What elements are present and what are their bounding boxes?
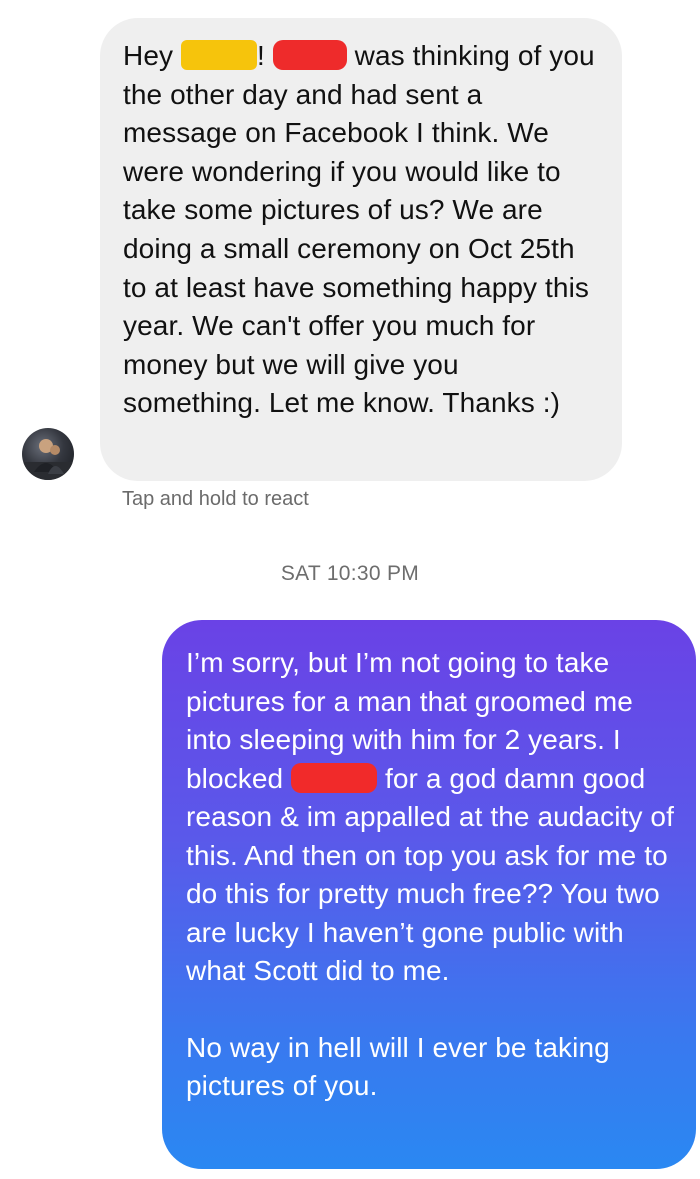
outgoing-message-bubble[interactable]: I’m sorry, but I’m not going to take pic… [162,620,696,1169]
outgoing-text-part: for a god damn good reason & im appalled… [186,762,674,987]
redacted-name-mark [180,40,257,70]
contact-avatar[interactable] [22,428,74,480]
outgoing-text-part: No way in hell will I ever be taking pic… [186,1031,610,1102]
message-timestamp: SAT 10:30 PM [280,562,420,585]
incoming-message-text: was thinking of you the other day and ha… [123,40,595,419]
redacted-name-mark [272,40,347,70]
avatar-photo-icon [22,439,74,480]
outgoing-paragraph: No way in hell will I ever be taking pic… [186,1029,682,1106]
outgoing-paragraph: I’m sorry, but I’m not going to take pic… [186,644,682,991]
react-hint: Tap and hold to react [122,488,309,510]
redacted-name-mark [291,762,378,793]
incoming-greeting: Hey [123,40,174,71]
incoming-exclamation: ! [256,40,265,71]
message-thread: Hey ! was thinking of you the other day … [0,0,700,1179]
incoming-message-bubble[interactable]: Hey ! was thinking of you the other day … [100,18,622,481]
